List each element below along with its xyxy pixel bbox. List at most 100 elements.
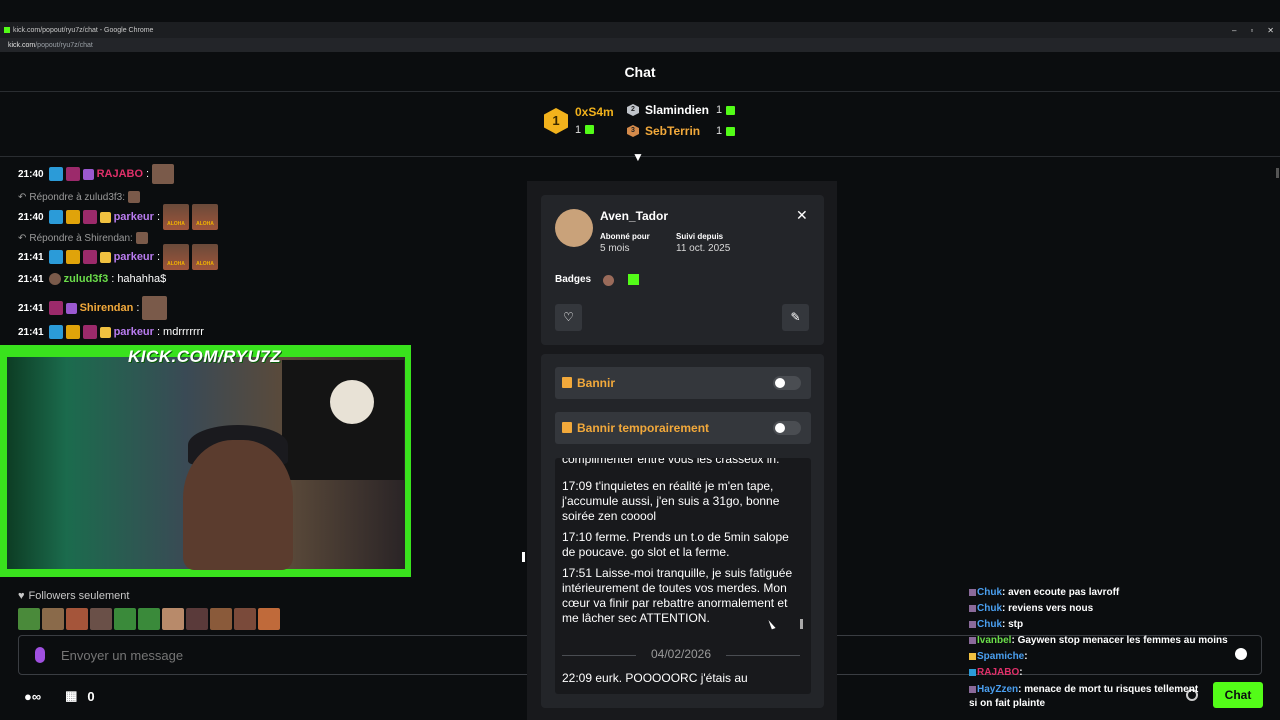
chat-message[interactable]: 21:41 parkeur : mdrrrrrrr	[18, 325, 204, 339]
emote-image	[152, 164, 175, 184]
chat-message[interactable]: 21:40 parkeur : ALOHA ALOHA	[18, 204, 218, 230]
overlay-chat-message: Ivanbel: Gaywen stop menacer les femmes …	[969, 635, 1228, 646]
gift-badge-icon	[99, 326, 111, 338]
quick-emote-button[interactable]	[18, 608, 40, 630]
quick-emote-button[interactable]	[258, 608, 280, 630]
followers-only-notice: ♥ Followers seulement	[18, 590, 129, 602]
maximize-button[interactable]: ▫	[1250, 26, 1253, 35]
heart-icon: ♥	[18, 590, 25, 602]
reply-arrow-icon: ↶	[18, 232, 27, 244]
chat-message[interactable]: 21:40 RAJABO :	[18, 164, 175, 184]
overlay-username: RAJABO	[977, 667, 1020, 678]
following-label: Suivi depuis	[676, 232, 724, 241]
history-message: 17:09 t'inquietes en réalité je m'en tap…	[562, 479, 780, 523]
message-history-list[interactable]: complimenter entre vous les crasseux in.…	[555, 458, 811, 694]
message-time: 21:41	[18, 302, 44, 314]
chat-message[interactable]: 21:41 Shirendan :	[18, 296, 168, 320]
timeout-label: Bannir temporairement	[577, 421, 710, 435]
quick-emote-button[interactable]	[138, 608, 160, 630]
leaderboard-second-name[interactable]: Slamindien	[645, 103, 709, 117]
message-time: 21:41	[18, 326, 44, 338]
store-button[interactable]: ▦ 0	[65, 688, 95, 704]
emoji-picker-icon[interactable]	[1235, 648, 1247, 660]
subscriber-badge-icon	[48, 301, 63, 315]
window-controls: – ▫ ✕	[1232, 22, 1274, 38]
ban-label: Bannir	[577, 376, 616, 390]
aloha-emote-image: ALOHA	[192, 204, 218, 230]
message-username[interactable]: parkeur	[114, 326, 154, 338]
window-title: kick.com/popout/ryu7z/chat - Google Chro…	[13, 26, 154, 34]
quick-emote-button[interactable]	[114, 608, 136, 630]
browser-title-bar: kick.com/popout/ryu7z/chat - Google Chro…	[0, 22, 1280, 38]
close-window-button[interactable]: ✕	[1267, 26, 1274, 35]
user-badge-avatar-icon	[603, 275, 614, 286]
page-scrollbar[interactable]	[1276, 168, 1279, 178]
reply-reference[interactable]: ↶ Répondre à Shirendan:	[18, 232, 148, 244]
message-username[interactable]: Shirendan	[80, 302, 134, 314]
history-message: complimenter entre vous les crasseux in.	[562, 458, 780, 466]
gift-icon	[726, 106, 735, 115]
timeout-toggle[interactable]	[773, 421, 801, 435]
leaderboard-third-count: 1	[716, 125, 723, 137]
quick-emote-button[interactable]	[210, 608, 232, 630]
minimize-button[interactable]: –	[1232, 26, 1236, 35]
message-username[interactable]: parkeur	[114, 251, 154, 263]
overlay-chat-message: Chuk: aven ecoute pas lavroff	[969, 587, 1119, 598]
emote-image	[135, 232, 148, 244]
moderator-badge-icon	[48, 167, 63, 181]
gift-badge-icon	[82, 168, 94, 180]
ban-toggle[interactable]	[773, 376, 801, 390]
chat-message[interactable]: 21:41 parkeur : ALOHA ALOHA	[18, 244, 218, 270]
quick-emote-button[interactable]	[42, 608, 64, 630]
send-chat-button[interactable]: Chat	[1213, 682, 1263, 708]
reply-to-text: Répondre à zulud3f3:	[29, 191, 126, 203]
ban-row: Bannir	[555, 367, 811, 399]
close-modal-button[interactable]: ✕	[796, 207, 808, 224]
follow-heart-button[interactable]: ♡	[555, 304, 582, 331]
chat-filter-icon[interactable]: ▼	[632, 150, 644, 164]
panel-resize-handle[interactable]	[522, 552, 525, 562]
overlay-chat-message: Spamiche:	[969, 651, 1028, 662]
message-username[interactable]: zulud3f3	[64, 273, 109, 285]
crown-badge-icon	[65, 325, 80, 339]
leaderboard-first-count: 1	[575, 124, 582, 136]
message-username[interactable]: parkeur	[114, 211, 154, 223]
mute-user-button[interactable]: ✎	[782, 304, 809, 331]
gift-badge-icon	[628, 274, 639, 285]
followers-only-label: Followers seulement	[28, 590, 130, 602]
hourglass-icon	[562, 422, 572, 433]
message-text: : mdrrrrrrr	[156, 326, 204, 338]
overlay-chat-message: HayZzen: menace de mort tu risques telle…	[969, 683, 1209, 711]
address-bar[interactable]: kick.com /popout/ryu7z/chat	[0, 38, 1280, 52]
user-badge-icon	[969, 652, 976, 660]
aloha-emote-image: ALOHA	[192, 244, 218, 270]
quick-emote-button[interactable]	[162, 608, 184, 630]
message-username[interactable]: RAJABO	[97, 168, 143, 180]
store-icon: ▦	[65, 688, 78, 703]
channel-points-icon[interactable]: ●∞	[24, 689, 41, 704]
subscriber-badge-icon	[82, 210, 97, 224]
message-text: :	[156, 251, 160, 263]
overlay-username: Ivanbel	[977, 635, 1012, 646]
leaderboard-first-name[interactable]: 0xS4m	[575, 105, 614, 119]
history-message: 17:51 Laisse-moi tranquille, je suis fat…	[562, 566, 793, 625]
aloha-emote-image: ALOHA	[163, 204, 189, 230]
quick-emote-button[interactable]	[90, 608, 112, 630]
reply-to-text: Répondre à Shirendan:	[29, 232, 133, 244]
microphone-icon[interactable]	[35, 647, 45, 663]
message-time: 21:40	[18, 168, 44, 180]
url-host: kick.com	[8, 41, 36, 49]
quick-emote-button[interactable]	[186, 608, 208, 630]
user-card-username[interactable]: Aven_Tador	[600, 209, 668, 223]
quick-emote-button[interactable]	[234, 608, 256, 630]
chat-message[interactable]: 21:41 zulud3f3 : hahahha$	[18, 273, 166, 285]
overlay-username: HayZzen	[977, 684, 1019, 695]
history-scrollbar[interactable]	[800, 619, 803, 629]
badges-label: Badges	[555, 274, 592, 285]
leaderboard-third-name[interactable]: SebTerrin	[645, 124, 700, 138]
reply-reference[interactable]: ↶ Répondre à zulud3f3:	[18, 191, 141, 203]
quick-emote-button[interactable]	[66, 608, 88, 630]
history-date-separator: 04/02/2026	[562, 647, 800, 661]
gift-leaderboard: 1 0xS4m 1 2 Slamindien 1 3 SebTerrin 1	[540, 100, 750, 152]
overlay-text: :	[1019, 667, 1023, 678]
